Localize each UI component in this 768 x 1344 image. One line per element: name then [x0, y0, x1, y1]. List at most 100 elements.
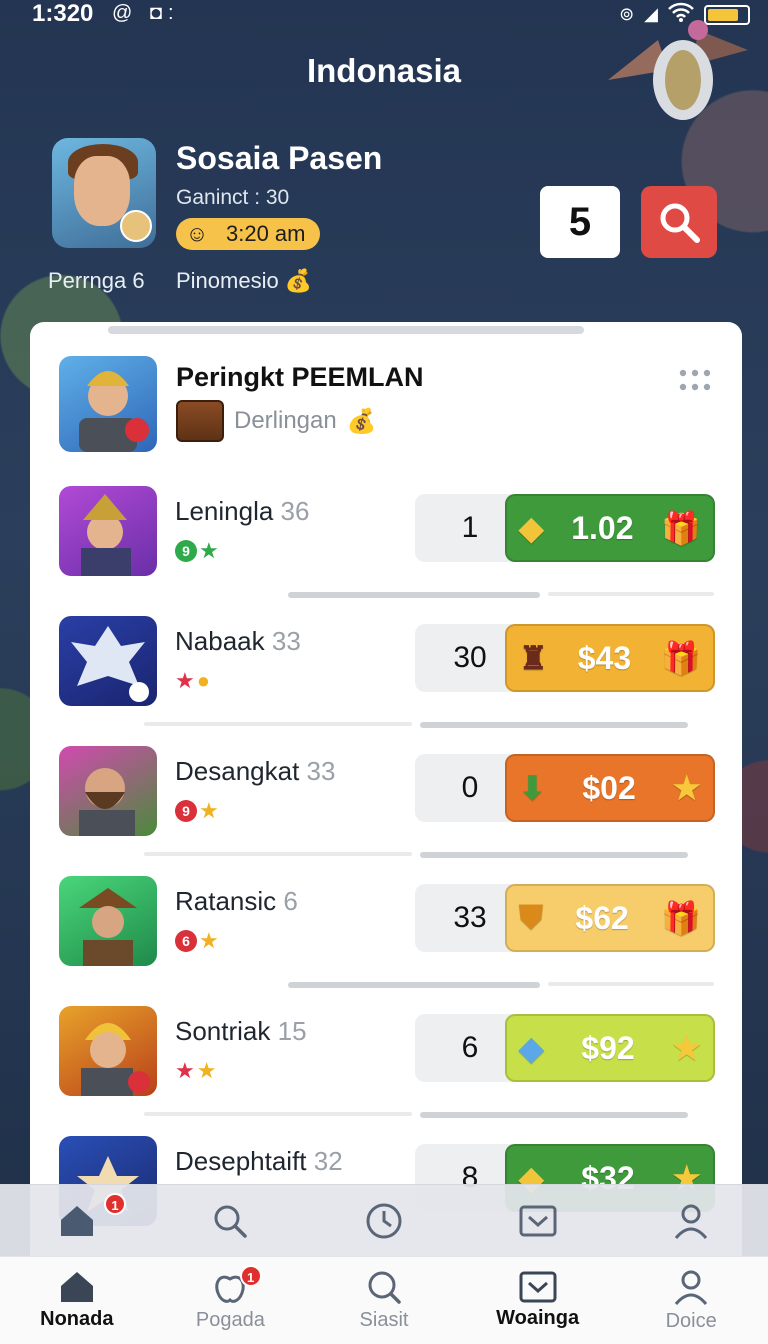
leaderboard-row[interactable]: Desangkat 33 9 ★ 0 ⬇ $02 ★ [30, 734, 742, 864]
row-level: 15 [277, 1016, 307, 1046]
row-name-text: Desangkat [175, 756, 300, 786]
mail-icon [519, 1271, 557, 1303]
row-divider [288, 592, 540, 598]
row-reward-button[interactable]: ⛊ $62 🎁 [505, 884, 715, 952]
tab-siasit[interactable]: Siasit [307, 1257, 461, 1344]
star-icon: ★ [196, 1058, 217, 1083]
row-reward-button[interactable]: ◆ 1.02 🎁 [505, 494, 715, 562]
user-icon [675, 1270, 708, 1305]
bottom-navigation: Nonada 1 Pogada Siasit Woainga Doice [0, 1256, 768, 1344]
row-avatar [59, 616, 157, 706]
gem-icon: ◆ [519, 510, 544, 546]
tab-label: Siasit [359, 1309, 409, 1331]
row-name-text: Leningla [175, 496, 274, 526]
row-name: Desangkat 33 [175, 756, 335, 787]
row-name: Ratansic 6 [175, 886, 298, 917]
secondary-icon-bar: 1 [0, 1184, 768, 1256]
count-box[interactable]: 5 [540, 186, 620, 258]
tab-label: Pogada [195, 1309, 265, 1331]
row-reward-button[interactable]: ⬇ $02 ★ [505, 754, 715, 822]
row-badges: 9 ★ [175, 798, 219, 824]
star-icon: ★ [672, 770, 701, 806]
row-reward-value: $02 [582, 769, 636, 806]
row-reward-button[interactable]: ♜ $43 🎁 [505, 624, 715, 692]
leaderboard-subtitle-row: Derlingan 💰 [176, 400, 377, 442]
row-divider [144, 1112, 412, 1116]
leaderboard-avatar [59, 356, 157, 452]
search-icon [660, 203, 700, 243]
search-icon [368, 1271, 401, 1304]
row-reward-value: $62 [575, 899, 629, 936]
player-name: Sosaia Pasen [176, 140, 383, 176]
leaderboard-row[interactable]: Sontriak 15 ★ ★ 6 ◆ $92 ★ [30, 994, 742, 1124]
user-icon [675, 1204, 708, 1239]
row-name-text: Sontriak [175, 1016, 271, 1046]
row-reward-button[interactable]: ◆ $92 ★ [505, 1014, 715, 1082]
status-notification-icons: @ ◘: [112, 2, 180, 24]
secondary-mail-button[interactable] [461, 1185, 615, 1256]
search-button[interactable] [641, 186, 717, 258]
smiley-icon: ☺ [185, 221, 209, 246]
notification-badge: 1 [239, 1265, 262, 1287]
home-icon [60, 1272, 93, 1302]
stat-left: Perrnga 6 [48, 268, 145, 293]
notification-badge: 1 [104, 1193, 126, 1215]
row-name-text: Nabaak [175, 626, 265, 656]
row-divider [420, 852, 688, 858]
row-divider [144, 852, 412, 856]
home-icon [60, 1205, 93, 1236]
row-name: Nabaak 33 [175, 626, 301, 657]
drag-handle[interactable] [108, 326, 584, 334]
tab-label: Nonada [40, 1308, 114, 1330]
row-divider [548, 982, 714, 986]
stat-right: Pinomesio 💰 [176, 268, 312, 294]
gift-icon: 🎁 [661, 510, 701, 546]
secondary-profile-button[interactable] [614, 1185, 768, 1256]
row-divider [548, 592, 714, 596]
drop-icon: ● [196, 668, 211, 693]
row-name: Sontriak 15 [175, 1016, 307, 1047]
secondary-history-button[interactable] [307, 1185, 461, 1256]
player-avatar[interactable] [52, 138, 156, 248]
row-badges: 6 ★ [175, 928, 219, 954]
row-level: 36 [280, 496, 310, 526]
row-name-text: Ratansic [175, 886, 277, 916]
tab-doice[interactable]: Doice [614, 1257, 768, 1344]
star-icon: ★ [672, 1030, 701, 1066]
row-divider [288, 982, 540, 988]
row-level: 6 [283, 886, 298, 916]
money-bag-icon: 💰 [284, 268, 313, 293]
mail-icon [519, 1205, 557, 1236]
tab-pogada[interactable]: 1 Pogada [154, 1257, 308, 1344]
gift-icon: 🎁 [661, 900, 701, 936]
row-reward-value: 1.02 [571, 509, 634, 546]
stat-right-label: Pinomesio [176, 268, 279, 293]
row-divider [420, 722, 688, 728]
row-badges: 9 ★ [175, 538, 219, 564]
row-avatar [59, 746, 157, 836]
secondary-home-button[interactable]: 1 [0, 1185, 154, 1256]
row-name-text: Desephtaift [175, 1146, 307, 1176]
leaderboard-row[interactable]: Nabaak 33 ★ ● 30 ♜ $43 🎁 [30, 604, 742, 734]
tab-label: Doice [665, 1310, 717, 1332]
search-icon [214, 1205, 248, 1238]
money-bag-icon: 💰 [346, 407, 377, 435]
grid-menu-icon[interactable] [678, 368, 712, 392]
leaderboard-title: Peringkt PEEMLAN [176, 362, 424, 392]
leaderboard-row[interactable]: Ratansic 6 6 ★ 33 ⛊ $62 🎁 [30, 864, 742, 994]
row-badges: ★ ★ [175, 1058, 216, 1084]
tab-nonada[interactable]: Nonada [0, 1257, 154, 1344]
tab-label: Woainga [496, 1307, 580, 1329]
tab-woainga[interactable]: Woainga [461, 1257, 615, 1344]
row-reward-value: $92 [581, 1029, 635, 1066]
row-badge-number: 6 [175, 930, 197, 952]
leaderboard-row[interactable]: Leningla 36 9 ★ 1 ◆ 1.02 🎁 [30, 474, 742, 604]
star-icon: ★ [175, 668, 195, 693]
row-level: 33 [271, 626, 301, 656]
avatar-coin-icon [120, 210, 152, 242]
row-badge-number: 9 [175, 800, 197, 822]
secondary-search-button[interactable] [154, 1185, 308, 1256]
time-badge: ☺ 3:20 am [176, 218, 320, 250]
row-name: Desephtaift 32 [175, 1146, 343, 1177]
avatar-face [74, 156, 130, 226]
